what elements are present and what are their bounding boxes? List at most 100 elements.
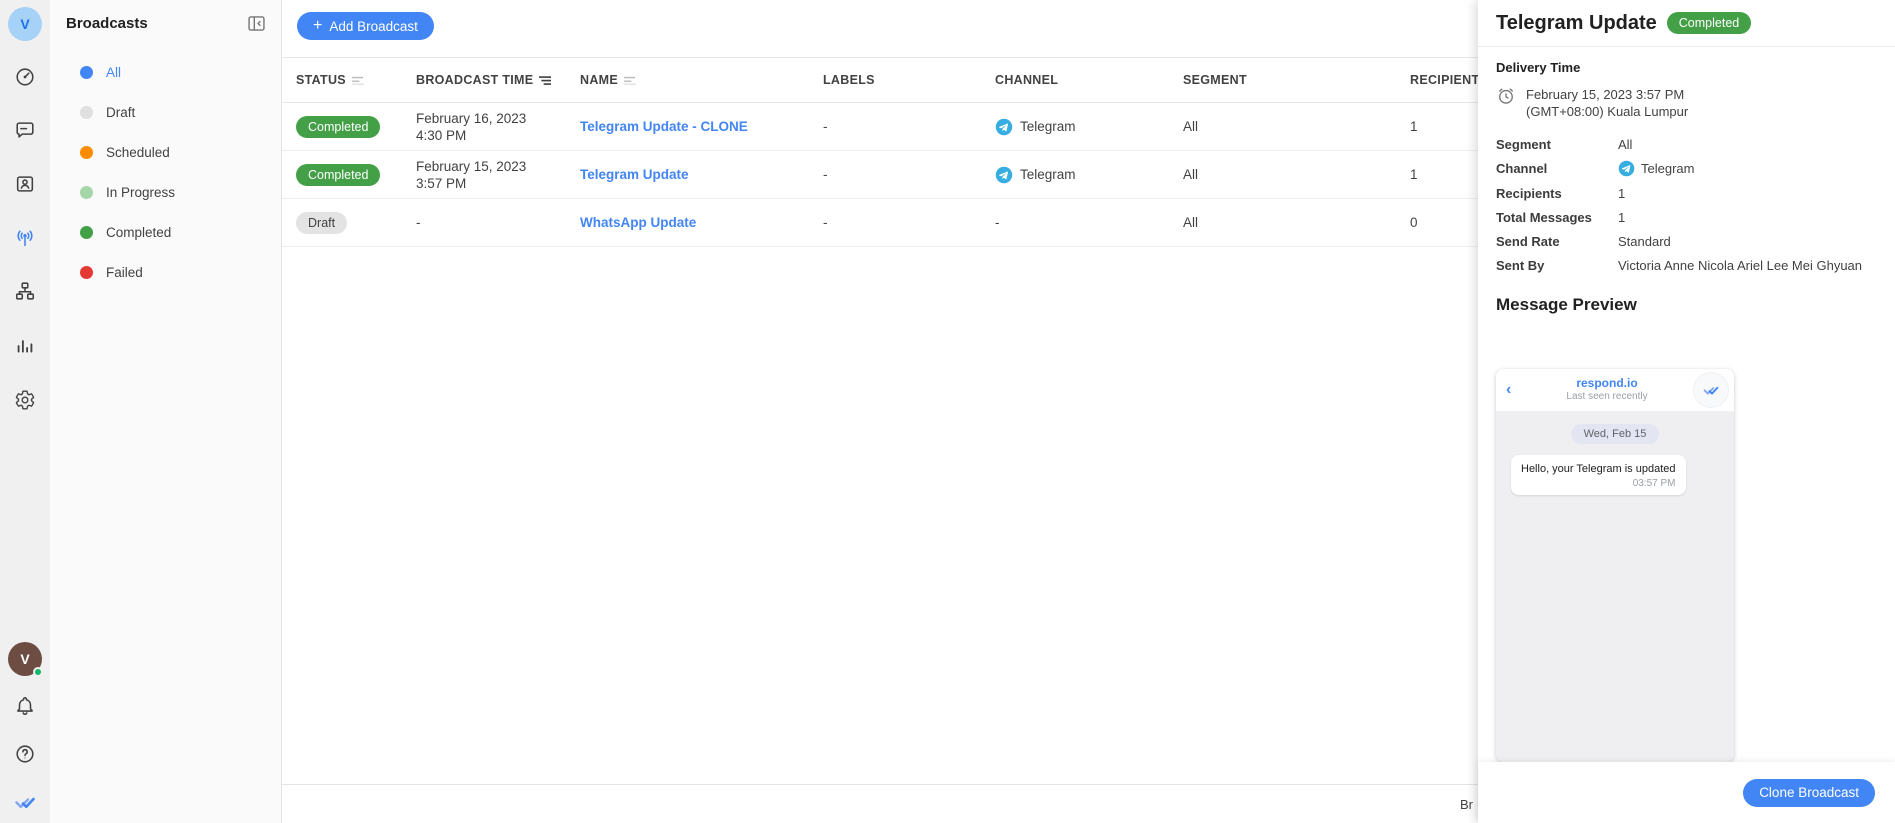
detail-row: Sent By Victoria Anne Nicola Ariel Lee M… — [1496, 257, 1863, 273]
back-chevron-icon[interactable]: ‹ — [1506, 381, 1520, 399]
dashboard-icon[interactable] — [14, 66, 36, 88]
channel-label: Telegram — [1020, 119, 1076, 134]
sidebar-item-failed[interactable]: Failed — [50, 252, 281, 292]
message-bubble: Hello, your Telegram is updated 03:57 PM — [1511, 455, 1686, 495]
labels-cell: - — [823, 119, 828, 134]
channel-cell: Telegram — [995, 118, 1183, 136]
nav-rail: V V — [0, 0, 50, 823]
broadcast-details: Segment All Channel Telegram Recipients … — [1478, 120, 1895, 273]
delivery-time-label: Delivery Time — [1496, 60, 1581, 75]
broadcast-time-cell: February 16, 2023 4:30 PM — [416, 110, 527, 143]
sidebar-item-all[interactable]: All — [50, 52, 281, 92]
respondio-logo-icon — [1703, 386, 1719, 395]
column-header-status[interactable]: STATUS — [296, 73, 416, 87]
panel-status-badge: Completed — [1666, 12, 1752, 34]
clone-broadcast-button[interactable]: Clone Broadcast — [1743, 778, 1875, 807]
workflows-icon[interactable] — [14, 280, 36, 302]
sidebar-item-label: In Progress — [106, 184, 176, 200]
settings-gear-icon[interactable] — [14, 389, 36, 411]
status-filter-list: All Draft Scheduled In Progress Complete… — [50, 52, 281, 292]
sidebar-item-label: Draft — [106, 104, 136, 120]
status-badge: Completed — [296, 163, 381, 186]
detail-row: Channel Telegram — [1496, 160, 1695, 177]
channel-label: Telegram — [1020, 167, 1076, 182]
detail-row: Total Messages 1 — [1496, 209, 1626, 225]
message-time: 03:57 PM — [1632, 478, 1676, 489]
add-broadcast-label: Add Broadcast — [329, 18, 418, 34]
status-dot-scheduled — [80, 145, 93, 159]
chat-presence-status: Last seen recently — [1566, 391, 1648, 402]
detail-row: Recipients 1 — [1496, 185, 1626, 201]
column-header-segment[interactable]: SEGMENT — [1183, 73, 1410, 87]
broadcast-name-link[interactable]: WhatsApp Update — [580, 215, 696, 230]
alarm-clock-icon — [1499, 88, 1513, 104]
chat-contact-name: respond.io — [1576, 376, 1638, 390]
broadcast-name-link[interactable]: Telegram Update — [580, 167, 689, 182]
status-dot-in-progress — [80, 185, 93, 199]
message-preview-heading: Message Preview — [1496, 295, 1637, 314]
sidebar-title: Broadcasts — [66, 15, 148, 32]
plus-icon: + — [313, 16, 323, 34]
add-broadcast-button[interactable]: + Add Broadcast — [297, 12, 434, 40]
reports-icon[interactable] — [14, 336, 36, 358]
status-dot-completed — [80, 225, 93, 239]
status-dot-failed — [80, 265, 93, 279]
contacts-icon[interactable] — [14, 173, 36, 195]
panel-footer: Clone Broadcast — [1478, 762, 1895, 823]
channel-cell: Telegram — [995, 166, 1183, 184]
help-icon[interactable] — [14, 743, 36, 765]
status-badge: Completed — [296, 115, 381, 138]
online-presence-dot — [33, 667, 43, 677]
chat-contact-header: respond.io Last seen recently — [1520, 377, 1694, 403]
column-header-channel[interactable]: CHANNEL — [995, 73, 1183, 87]
message-text: Hello, your Telegram is updated — [1521, 463, 1676, 475]
delivery-time-value: February 15, 2023 3:57 PM (GMT+08:00) Ku… — [1526, 87, 1689, 119]
sidebar-item-scheduled[interactable]: Scheduled — [50, 132, 281, 172]
pagination-text: Br — [1460, 796, 1473, 812]
message-preview-phone: ‹ respond.io Last seen recently Wed, Feb… — [1496, 369, 1734, 762]
chat-date-chip: Wed, Feb 15 — [1570, 424, 1660, 444]
chat-body: Wed, Feb 15 Hello, your Telegram is upda… — [1496, 411, 1734, 495]
column-header-name[interactable]: NAME — [580, 73, 823, 87]
sort-icon-active — [539, 75, 552, 85]
segment-cell: All — [1183, 167, 1199, 182]
respondio-logo-icon — [13, 790, 37, 814]
segment-cell: All — [1183, 215, 1199, 230]
status-dot-draft — [80, 105, 93, 119]
user-avatar-initial: V — [20, 651, 30, 667]
sidebar-item-draft[interactable]: Draft — [50, 92, 281, 132]
workspace-avatar[interactable]: V — [8, 7, 42, 41]
status-badge: Draft — [296, 211, 348, 234]
channel-value: Telegram — [1641, 161, 1695, 176]
sidebar-item-in-progress[interactable]: In Progress — [50, 172, 281, 212]
sort-icon — [352, 76, 364, 85]
column-header-broadcast-time[interactable]: BROADCAST TIME — [416, 73, 580, 87]
telegram-icon — [995, 118, 1013, 135]
sidebar-item-label: Completed — [106, 224, 172, 240]
detail-row: Segment All — [1496, 136, 1633, 152]
broadcast-name-link[interactable]: Telegram Update - CLONE — [580, 119, 748, 134]
broadcast-time-cell: - — [416, 215, 421, 230]
sidebar-item-label: All — [106, 64, 122, 80]
user-avatar[interactable]: V — [8, 642, 43, 677]
sidebar-item-completed[interactable]: Completed — [50, 212, 281, 252]
broadcast-time-cell: February 15, 2023 3:57 PM — [416, 158, 527, 191]
sidebar-item-label: Failed — [106, 264, 143, 280]
broadcasts-sidebar: Broadcasts All Draft Scheduled In Progre… — [50, 0, 282, 823]
telegram-icon — [1618, 160, 1635, 177]
notifications-bell-icon[interactable] — [14, 695, 36, 717]
broadcast-detail-panel: Telegram Update Completed Delivery Time … — [1478, 0, 1895, 823]
labels-cell: - — [823, 167, 828, 182]
column-header-labels[interactable]: LABELS — [823, 73, 995, 87]
panel-title: Telegram Update — [1496, 11, 1657, 34]
channel-cell: - — [995, 215, 1000, 230]
broadcasts-icon[interactable] — [14, 227, 36, 249]
detail-row: Send Rate Standard — [1496, 233, 1671, 249]
collapse-sidebar-icon[interactable] — [246, 13, 267, 34]
segment-cell: All — [1183, 119, 1199, 134]
inbox-messages-icon[interactable] — [14, 119, 36, 141]
status-dot-all — [80, 65, 93, 79]
sort-icon — [624, 76, 637, 85]
labels-cell: - — [823, 215, 828, 230]
sidebar-item-label: Scheduled — [106, 144, 170, 160]
